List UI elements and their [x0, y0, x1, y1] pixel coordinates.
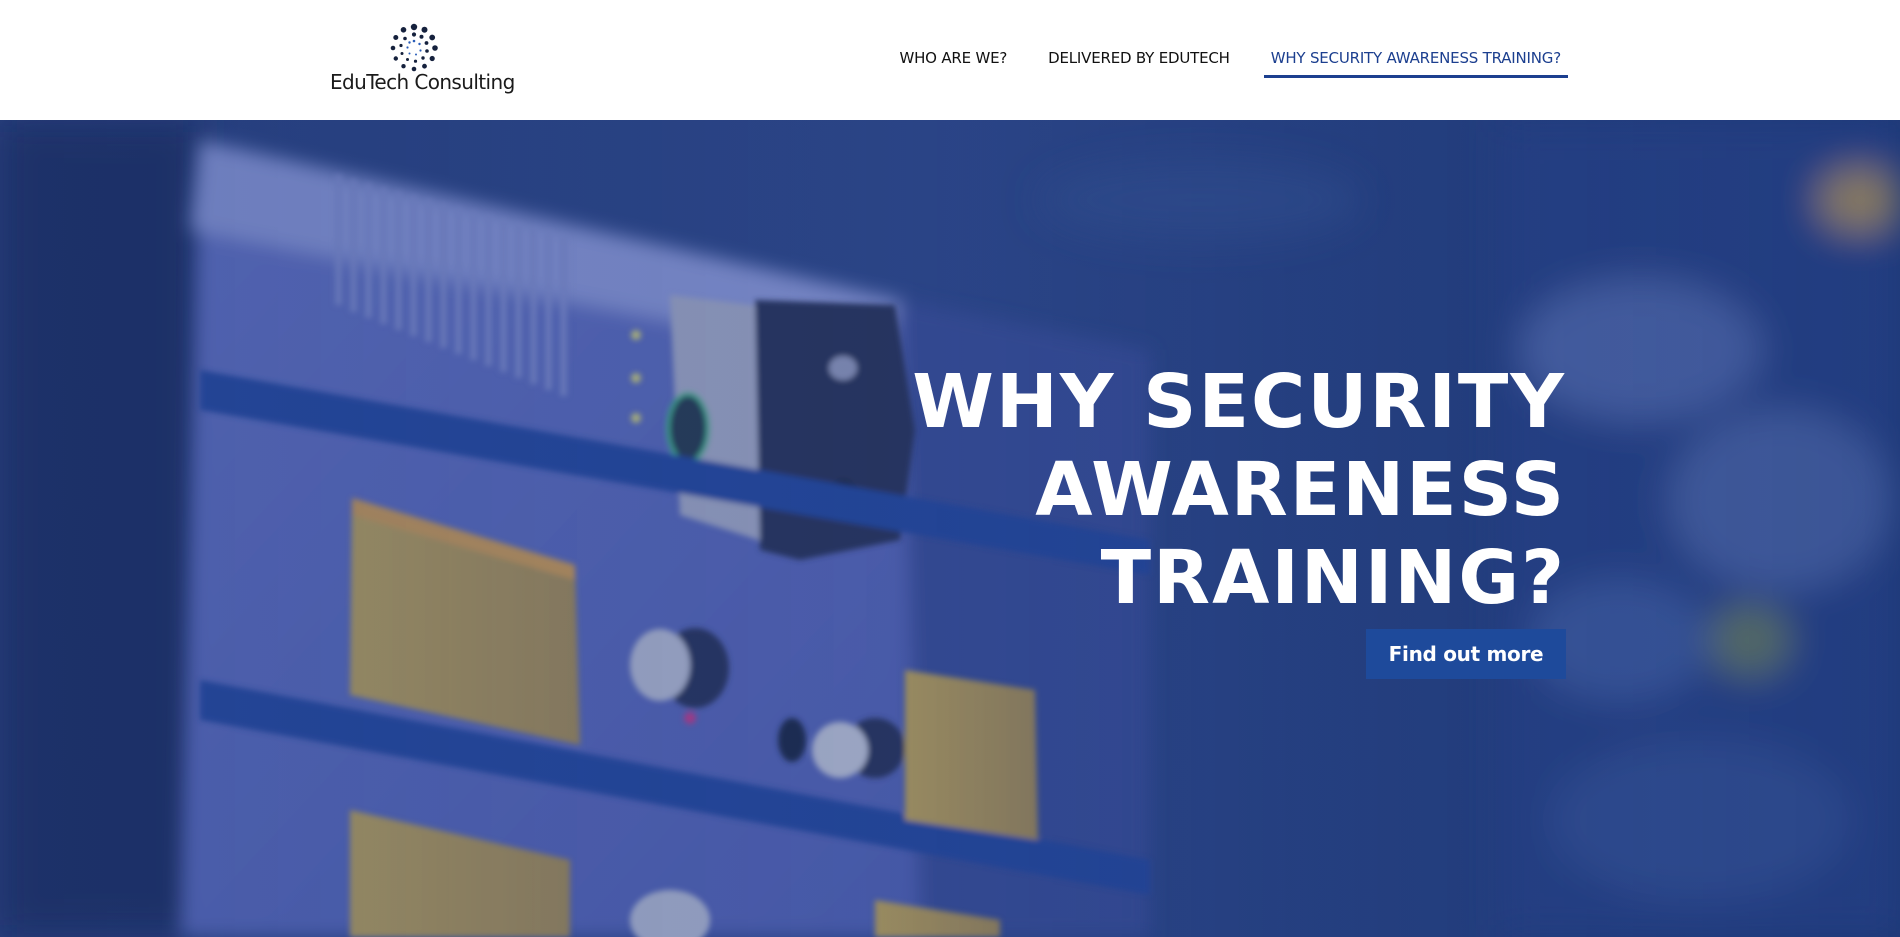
hero-section: WHY SECURITY AWARENESS TRAINING? Find ou… — [0, 120, 1900, 937]
brand-name: EduTech Consulting — [330, 70, 515, 94]
brand-logo[interactable]: EduTech Consulting — [330, 18, 515, 102]
hero-title-line-1: WHY SECURITY — [912, 359, 1566, 445]
dotted-circle-logo-icon — [390, 23, 438, 72]
nav-item-who-are-we[interactable]: WHO ARE WE? — [892, 40, 1014, 78]
site-header: EduTech Consulting WHO ARE WE? DELIVERED… — [0, 0, 1900, 120]
hero-title-line-3: TRAINING? — [1100, 535, 1566, 621]
hero-content: WHY SECURITY AWARENESS TRAINING? — [846, 358, 1566, 622]
hero-title: WHY SECURITY AWARENESS TRAINING? — [846, 358, 1566, 622]
nav-item-why-security-awareness-training[interactable]: WHY SECURITY AWARENESS TRAINING? — [1263, 40, 1568, 78]
find-out-more-button[interactable]: Find out more — [1366, 629, 1566, 679]
hero-title-line-2: AWARENESS — [1035, 447, 1566, 533]
main-nav: WHO ARE WE? DELIVERED BY EDUTECH WHY SEC… — [865, 40, 1568, 78]
nav-item-delivered-by-edutech[interactable]: DELIVERED BY EDUTECH — [1041, 40, 1237, 78]
